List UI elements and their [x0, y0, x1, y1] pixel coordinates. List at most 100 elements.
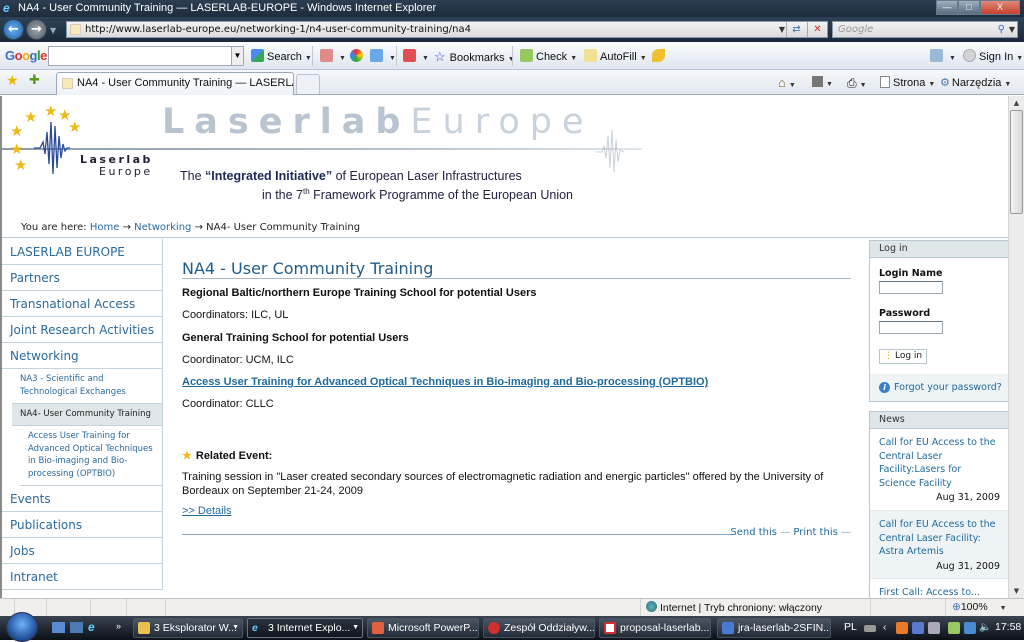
print-button[interactable]: ⎙ ▼ — [847, 75, 867, 91]
print-this-link[interactable]: Print this — [793, 527, 837, 538]
tray-network-warning-icon[interactable] — [912, 622, 924, 634]
url-dropdown-icon[interactable]: ▼ — [779, 22, 785, 37]
url-text[interactable]: http://www.laserlab-europe.eu/networking… — [85, 24, 471, 35]
password-field[interactable] — [879, 321, 943, 334]
taskbar-item-ie[interactable]: e 3 Internet Explo... ▼ — [247, 618, 363, 638]
news-item[interactable]: First Call: Access to... — [870, 579, 1008, 598]
zoom-level[interactable]: ⊕100% ▼ — [952, 601, 1007, 613]
search-box[interactable]: Google ⚲ ▼ — [832, 21, 1018, 38]
taskbar-item-powerpoint[interactable]: Microsoft PowerP... — [367, 618, 479, 638]
volume-icon[interactable]: 🔈 — [979, 622, 991, 634]
scroll-up-arrow-icon[interactable]: ▲ — [1009, 96, 1024, 110]
google-search-button[interactable]: Search ▼ — [251, 49, 312, 65]
more-quicklaunch-icon[interactable]: » — [116, 622, 129, 633]
restore-button[interactable]: □ — [958, 0, 980, 15]
tab-label[interactable]: NA4 - User Community Training — LASERLAB… — [77, 77, 293, 89]
show-desktop-icon[interactable] — [52, 622, 65, 633]
language-indicator[interactable]: PL — [844, 621, 857, 633]
tray-network-icon[interactable] — [964, 622, 976, 634]
tray-battery-icon[interactable] — [948, 622, 960, 634]
ie-quicklaunch-icon[interactable]: e — [88, 621, 101, 633]
sidebar-item-events[interactable]: Events — [2, 485, 163, 512]
forward-button[interactable]: → — [26, 19, 47, 40]
sidebar-subitem-na3[interactable]: NA3 - Scientific and Technological Excha… — [12, 369, 163, 404]
taskbar-item-zespol[interactable]: Zespół Oddziaływ... — [483, 618, 595, 638]
breadcrumb-home-link[interactable]: Home — [90, 222, 120, 233]
switch-windows-icon[interactable] — [70, 622, 83, 633]
refresh-icon[interactable]: ⇄ — [786, 22, 806, 37]
search-placeholder[interactable]: Google — [838, 24, 873, 35]
sidebar-item-jobs[interactable]: Jobs — [2, 537, 163, 564]
popup-blocker-button[interactable]: ▼ — [403, 49, 429, 65]
new-tab-button[interactable] — [296, 74, 320, 94]
tray-app-icon[interactable] — [896, 622, 908, 634]
sidebar-item-transnational-access[interactable]: Transnational Access — [2, 291, 163, 317]
send-this-link[interactable]: Send this — [730, 527, 777, 538]
stop-icon[interactable]: ✕ — [807, 22, 827, 37]
start-button[interactable] — [6, 612, 38, 642]
plus-button[interactable]: ▼ — [370, 49, 396, 65]
add-favorite-icon[interactable]: ✚ — [29, 73, 40, 88]
tray-display-icon[interactable] — [928, 622, 940, 634]
tray-expand-icon[interactable]: ‹ — [883, 622, 895, 634]
site-header: ★ ★ ★ ★ ★ ★ ★ Laserlab Europe LaserlabEu… — [2, 96, 1008, 236]
breadcrumb-networking-link[interactable]: Networking — [134, 222, 191, 233]
taskbar-item-pdf[interactable]: proposal-laserlab... — [599, 618, 711, 638]
feeds-button[interactable]: ▼ — [812, 75, 833, 91]
clock[interactable]: 17:58 — [995, 621, 1021, 633]
minimize-button[interactable]: — — [936, 0, 958, 15]
keyboard-icon[interactable] — [864, 625, 876, 632]
check-button[interactable]: Check ▼ — [520, 49, 577, 65]
sidebar-item-publications[interactable]: Publications — [2, 511, 163, 538]
sidebar-item-intranet[interactable]: Intranet — [2, 563, 163, 590]
search-icon[interactable]: ⚲ — [998, 22, 1005, 37]
news-item[interactable]: Call for EU Access to the Central Laser … — [870, 510, 1008, 580]
sidebar-item-laserlab-europe[interactable]: LASERLAB EUROPE — [2, 239, 163, 265]
autofill-button[interactable]: AutoFill ▼ — [584, 49, 647, 65]
address-input[interactable]: http://www.laserlab-europe.eu/networking… — [66, 21, 828, 38]
google-toolbar: Google ▼ Search▼ ▼ ▼ ▼ ☆Bookmarks▼ Check… — [0, 42, 1024, 70]
login-button[interactable]: ⋮ Log in — [879, 349, 928, 364]
sidebar-subitem-na4-active[interactable]: NA4- User Community Training — [12, 404, 163, 426]
sidebar-item-networking[interactable]: Networking — [2, 343, 163, 369]
toolbar-separator — [312, 46, 313, 66]
forgot-password-link[interactable]: i Forgot your password? — [870, 374, 1008, 401]
news-item-title[interactable]: First Call: Access to... — [879, 586, 1000, 598]
search-dropdown-icon[interactable]: ▼ — [1009, 22, 1015, 37]
orkut-button[interactable] — [350, 49, 366, 65]
tab-active[interactable]: NA4 - User Community Training — LASERLAB… — [56, 72, 294, 95]
taskbar-item-word[interactable]: jra-laserlab-2SFIN... — [717, 618, 831, 638]
user-circle-icon — [963, 49, 976, 62]
login-name-field[interactable] — [879, 281, 943, 294]
vertical-scrollbar[interactable]: ▲ ▼ — [1008, 96, 1024, 598]
forgot-password-label[interactable]: Forgot your password? — [894, 382, 1002, 393]
tools-menu-button[interactable]: ⚙ Narzędzia ▼ — [940, 75, 1011, 91]
sidebar-item-joint-research[interactable]: Joint Research Activities — [2, 317, 163, 343]
favorites-star-icon[interactable]: ★ — [6, 73, 19, 89]
back-button[interactable]: ← — [3, 19, 24, 40]
security-zone[interactable]: Internet | Tryb chroniony: włączony — [646, 601, 822, 614]
close-button[interactable]: X — [980, 0, 1020, 15]
history-dropdown-icon[interactable]: ▼ — [50, 26, 56, 35]
settings-button[interactable]: ▼ — [930, 49, 956, 65]
highlight-button[interactable] — [652, 49, 668, 65]
page-menu-button[interactable]: Strona ▼ — [880, 75, 935, 91]
sidebar-item-partners[interactable]: Partners — [2, 265, 163, 291]
news-item[interactable]: Call for EU Access to the Central Laser … — [870, 429, 1008, 511]
google-search-dropdown-icon[interactable]: ▼ — [231, 47, 243, 65]
news-item-title[interactable]: Call for EU Access to the Central Laser … — [879, 436, 1000, 490]
home-button[interactable]: ⌂ ▼ — [778, 75, 796, 91]
share-button[interactable]: ▼ — [320, 49, 346, 65]
scroll-down-arrow-icon[interactable]: ▼ — [1009, 584, 1024, 598]
google-search-input[interactable]: ▼ — [48, 46, 244, 66]
sign-in-button[interactable]: Sign In ▼ — [963, 49, 1023, 65]
taskbar-item-explorer[interactable]: 3 Eksplorator W... ▼ — [133, 618, 243, 638]
news-item-title[interactable]: Call for EU Access to the Central Laser … — [879, 518, 1000, 559]
sidebar-subitem-optbio[interactable]: Access User Training for Advanced Optica… — [20, 426, 163, 486]
bookmarks-button[interactable]: ☆Bookmarks▼ — [434, 49, 515, 65]
scrollbar-thumb[interactable] — [1010, 110, 1023, 214]
optbio-link[interactable]: Access User Training for Advanced Optica… — [182, 375, 851, 389]
details-link[interactable]: >> Details — [182, 505, 232, 517]
site-logo-wordmark[interactable]: LaserlabEurope — [162, 102, 594, 142]
laser-pulse-faded-icon — [596, 129, 624, 173]
